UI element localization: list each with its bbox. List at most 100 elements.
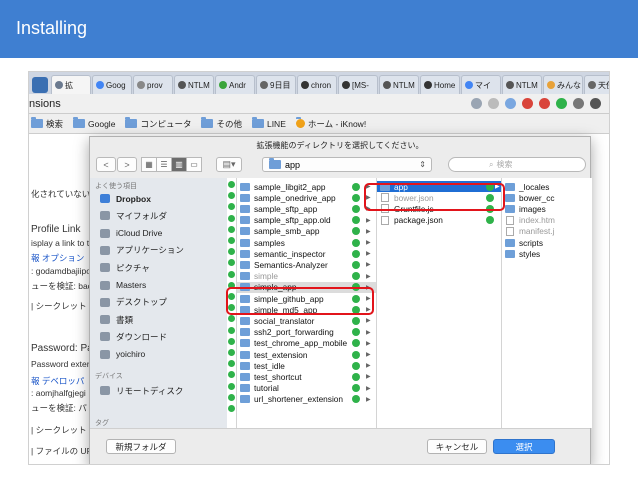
browser-tab[interactable]: chron bbox=[297, 75, 337, 94]
browser-tab[interactable]: Andr bbox=[215, 75, 255, 94]
list-item[interactable]: styles bbox=[502, 248, 592, 259]
coverflow-view-button[interactable]: ▭ bbox=[186, 157, 202, 172]
sidebar-item[interactable]: Masters bbox=[100, 279, 146, 292]
list-item[interactable]: sample_libgit2_app ▶ bbox=[237, 181, 376, 192]
column-view-button[interactable]: ▥ bbox=[171, 157, 187, 172]
ext-green-icon[interactable] bbox=[556, 98, 567, 109]
list-item[interactable]: Semantics-Analyzer ▶ bbox=[237, 259, 376, 270]
list-item[interactable]: test_idle ▶ bbox=[237, 360, 376, 371]
ext-block-icon[interactable] bbox=[539, 98, 550, 109]
browser-tab[interactable]: prov bbox=[133, 75, 173, 94]
ext-red-icon[interactable] bbox=[522, 98, 533, 109]
star-icon[interactable] bbox=[488, 98, 499, 109]
list-item[interactable]: sample_sftp_app ▶ bbox=[237, 203, 376, 214]
browser-tab[interactable]: Home bbox=[420, 75, 460, 94]
icon-view-button[interactable]: ▦ bbox=[141, 157, 157, 172]
sidebar-item[interactable]: デスクトップ bbox=[100, 296, 167, 309]
check-icon bbox=[352, 182, 360, 191]
sidebar-item[interactable]: アプリケーション bbox=[100, 244, 184, 257]
bookmark-item[interactable]: LINE bbox=[251, 117, 286, 129]
cancel-button[interactable]: キャンセル bbox=[427, 439, 487, 454]
sidebar-item[interactable]: ダウンロード bbox=[100, 330, 167, 343]
tab-label: 天使 bbox=[598, 80, 609, 90]
list-item-label: test_idle bbox=[254, 360, 285, 371]
check-icon bbox=[228, 270, 235, 278]
list-item[interactable]: tutorial ▶ bbox=[237, 383, 376, 394]
list-item[interactable]: index.htm bbox=[502, 215, 592, 226]
list-item[interactable]: url_shortener_extension ▶ bbox=[237, 394, 376, 405]
sidebar-item[interactable]: Dropbox bbox=[100, 192, 151, 205]
list-item[interactable]: social_translator ▶ bbox=[237, 315, 376, 326]
list-item[interactable]: manifest.j bbox=[502, 226, 592, 237]
bookmark-item[interactable]: Google bbox=[73, 117, 115, 129]
search-input[interactable]: ⌕ 検索 bbox=[448, 157, 586, 172]
browser-tab[interactable]: NTLM bbox=[379, 75, 419, 94]
list-item[interactable]: ssh2_port_forwarding ▶ bbox=[237, 327, 376, 338]
bookmark-item[interactable]: 検索 bbox=[31, 117, 63, 130]
bookmark-item[interactable]: コンピュータ bbox=[125, 117, 191, 130]
list-item-label: index.htm bbox=[519, 215, 555, 226]
bookmark-item[interactable]: その他 bbox=[201, 117, 242, 130]
path-popup[interactable]: app ⇕ bbox=[262, 157, 432, 172]
check-icon bbox=[228, 382, 235, 390]
back-button[interactable]: < bbox=[96, 157, 116, 172]
sidebar-item[interactable]: 書類 bbox=[100, 313, 133, 326]
list-item[interactable]: test_chrome_app_mobile ▶ bbox=[237, 338, 376, 349]
sidebar-item[interactable]: iCloud Drive bbox=[100, 227, 162, 240]
arrange-button[interactable]: ▤▾ bbox=[216, 157, 242, 172]
tw-icon[interactable] bbox=[505, 98, 516, 109]
ext-gray-icon[interactable] bbox=[573, 98, 584, 109]
list-item[interactable]: sample_smb_app ▶ bbox=[237, 226, 376, 237]
background-text: 報 オプション bbox=[31, 253, 85, 263]
list-item[interactable]: samples ▶ bbox=[237, 237, 376, 248]
chevron-right-icon: ▶ bbox=[366, 217, 371, 224]
browser-tab[interactable]: みんな bbox=[543, 75, 583, 94]
sidebar-item[interactable]: ピクチャ bbox=[100, 261, 150, 274]
sidebar-item-label: Dropbox bbox=[116, 193, 151, 204]
sidebar-item-label: アプリケーション bbox=[116, 245, 184, 256]
sidebar-item[interactable]: マイフォルダ bbox=[100, 209, 167, 222]
list-item[interactable]: test_shortcut ▶ bbox=[237, 371, 376, 382]
list-item[interactable]: sample_onedrive_app ▶ bbox=[237, 192, 376, 203]
browser-tab[interactable]: NTLM bbox=[174, 75, 214, 94]
tab-label: chron bbox=[311, 80, 332, 90]
chevron-right-icon: ▶ bbox=[366, 273, 371, 280]
sidebar-item-label: リモートディスク bbox=[116, 385, 184, 396]
browser-tab[interactable]: 9日目 bbox=[256, 75, 296, 94]
list-item[interactable]: images bbox=[502, 203, 592, 214]
bookmark-item[interactable]: ホーム - iKnow! bbox=[295, 117, 366, 130]
chevron-right-icon: ▶ bbox=[366, 363, 371, 370]
browser-tab[interactable]: 天使 bbox=[584, 75, 609, 94]
list-item[interactable]: bower_cc bbox=[502, 192, 592, 203]
check-icon bbox=[228, 337, 235, 345]
list-item[interactable]: simple ▶ bbox=[237, 271, 376, 282]
bookmark-label: その他 bbox=[216, 118, 242, 129]
sidebar-item[interactable]: yoichiro bbox=[100, 348, 145, 361]
twitter-ext-icon[interactable] bbox=[32, 77, 48, 93]
select-button[interactable]: 選択 bbox=[493, 439, 555, 454]
browser-tab[interactable]: マイ bbox=[461, 75, 501, 94]
tab-favicon-icon bbox=[506, 81, 514, 89]
menu-icon[interactable] bbox=[590, 98, 601, 109]
chevron-right-icon: ▶ bbox=[366, 251, 371, 258]
list-item[interactable]: sample_sftp_app.old ▶ bbox=[237, 215, 376, 226]
list-item[interactable]: scripts bbox=[502, 237, 592, 248]
list-item[interactable]: _locales bbox=[502, 181, 592, 192]
bookmarks-bar: 検索 Google コンピュータ その他 LINE ホーム - iKnow! bbox=[29, 114, 609, 134]
new-folder-button[interactable]: 新規フォルダ bbox=[106, 439, 176, 454]
list-item[interactable]: semantic_inspector ▶ bbox=[237, 248, 376, 259]
chevron-right-icon: ▶ bbox=[366, 228, 371, 235]
sidebar-item[interactable]: リモートディスク bbox=[100, 384, 183, 397]
forward-button[interactable]: > bbox=[117, 157, 137, 172]
list-item[interactable]: package.json bbox=[377, 215, 501, 226]
browser-tab[interactable]: NTLM bbox=[502, 75, 542, 94]
tab-favicon-icon bbox=[547, 81, 555, 89]
browser-tab[interactable]: 拡 bbox=[51, 75, 91, 94]
list-item[interactable]: test_extension ▶ bbox=[237, 349, 376, 360]
bookmark-icon[interactable] bbox=[471, 98, 482, 109]
tab-label: 拡 bbox=[65, 80, 73, 90]
tab-favicon-icon bbox=[383, 81, 391, 89]
browser-tab[interactable]: Goog bbox=[92, 75, 132, 94]
list-view-button[interactable]: ☰ bbox=[156, 157, 172, 172]
browser-tab[interactable]: [MS- bbox=[338, 75, 378, 94]
